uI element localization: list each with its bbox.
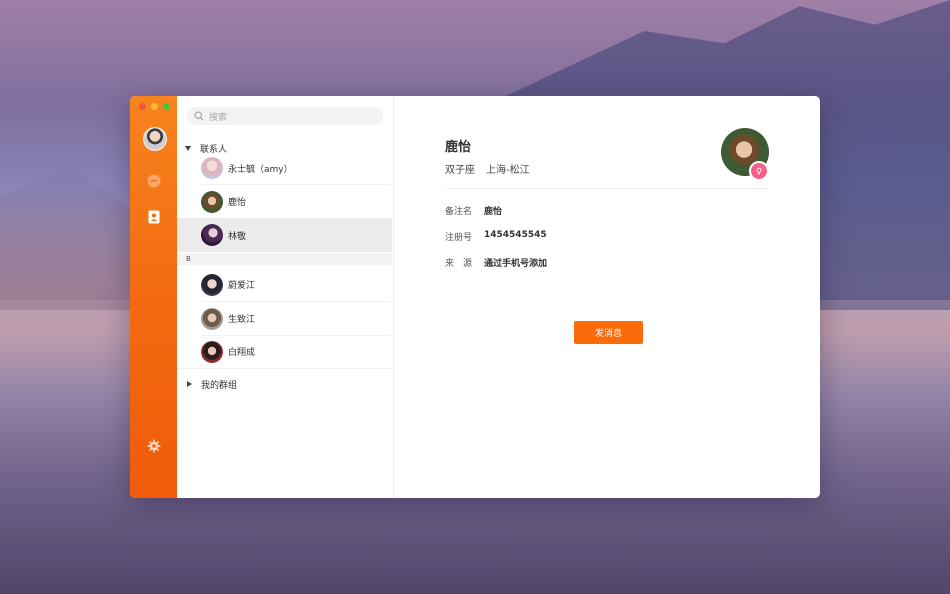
contact-avatar (201, 157, 223, 179)
contact-item[interactable]: 生致江 (177, 302, 392, 335)
my-groups-label: 我的群组 (201, 380, 238, 391)
contact-detail-pane: 鹿怡 双子座 上海-松江 备注名 鹿怡 注册号 1454545545 来 源 通… (394, 96, 820, 498)
side-rail (130, 96, 177, 498)
close-window-button[interactable] (139, 103, 146, 110)
search-placeholder: 搜索 (209, 112, 228, 123)
location-text: 上海-松江 (486, 165, 530, 176)
gender-female-icon (749, 161, 769, 181)
contact-name-title: 鹿怡 (445, 140, 472, 155)
field-remark: 备注名 鹿怡 (445, 204, 502, 217)
field-value: 1454545545 (484, 230, 547, 240)
field-label: 来 源 (445, 259, 473, 269)
chevron-right-icon (187, 381, 192, 387)
contact-name: 白翔成 (228, 348, 256, 358)
contact-avatar (201, 190, 223, 213)
app-window: 搜索 联系人 永士毓（amy） 鹿怡 林敬 B 蔚爱江 生致江 白翔成 我的群组… (130, 96, 820, 498)
contact-item[interactable]: 永士毓（amy） (177, 153, 392, 183)
contact-name: 鹿怡 (228, 198, 247, 208)
divider (445, 188, 769, 189)
minimize-window-button[interactable] (151, 103, 158, 110)
contact-name: 永士毓（amy） (228, 164, 293, 175)
field-value: 鹿怡 (484, 207, 503, 217)
field-label: 备注名 (445, 207, 473, 217)
send-message-button[interactable]: 发消息 (574, 321, 643, 344)
divider (177, 368, 392, 369)
my-groups-header[interactable]: 我的群组 (185, 377, 237, 391)
contact-item[interactable]: 白翔成 (177, 335, 392, 368)
contact-avatar (201, 307, 223, 330)
search-input[interactable]: 搜索 (187, 107, 383, 125)
settings-icon[interactable] (145, 437, 163, 455)
user-avatar[interactable] (143, 127, 167, 151)
field-value: 通过手机号添加 (484, 259, 548, 269)
maximize-window-button[interactable] (163, 103, 170, 110)
contact-subtitle: 双子座 上海-松江 (445, 161, 530, 176)
contact-item[interactable]: 鹿怡 (177, 185, 392, 218)
chevron-down-icon (185, 145, 191, 151)
letter-divider: B (177, 253, 392, 265)
contact-avatar (201, 273, 223, 296)
contact-avatar (201, 340, 223, 363)
contact-name: 林敬 (228, 231, 247, 242)
contacts-pane: 搜索 联系人 永士毓（amy） 鹿怡 林敬 B 蔚爱江 生致江 白翔成 我的群组 (177, 96, 394, 498)
field-source: 来 源 通过手机号添加 (445, 256, 547, 269)
contacts-icon[interactable] (145, 208, 163, 226)
contact-item[interactable]: 蔚爱江 (177, 268, 392, 301)
contact-avatar (201, 224, 223, 246)
contact-item-selected[interactable]: 林敬 (177, 218, 392, 252)
window-controls (139, 103, 170, 110)
field-register-id: 注册号 1454545545 (445, 230, 547, 243)
search-icon (194, 111, 204, 121)
contact-name: 生致江 (228, 315, 256, 325)
chat-icon[interactable] (145, 172, 163, 190)
field-label: 注册号 (445, 233, 473, 243)
contact-name: 蔚爱江 (228, 281, 256, 291)
zodiac-text: 双子座 (445, 165, 475, 176)
